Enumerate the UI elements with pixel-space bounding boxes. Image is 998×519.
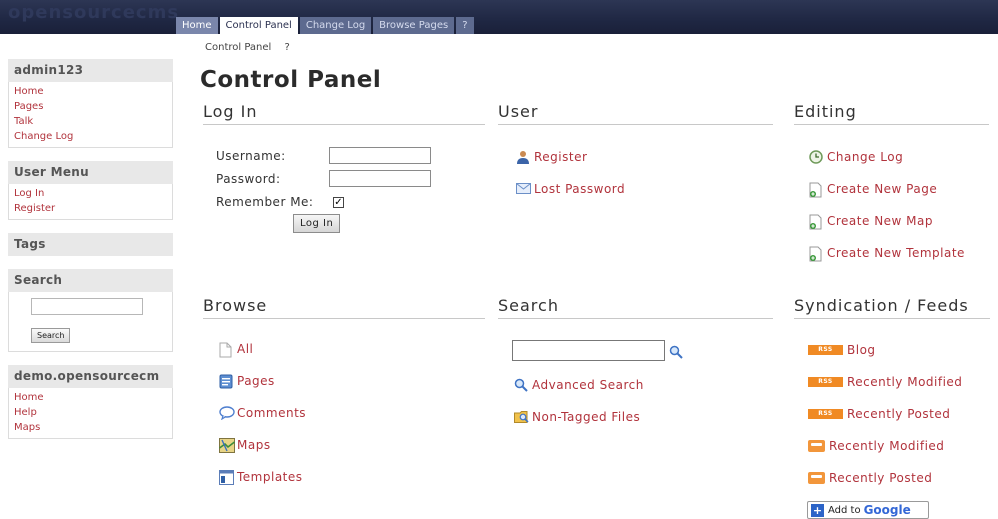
google-logo: Google xyxy=(863,503,911,517)
clock-icon xyxy=(809,150,823,164)
new-page-icon xyxy=(809,182,823,198)
register-link[interactable]: Register xyxy=(516,150,587,164)
envelope-icon xyxy=(516,182,531,196)
breadcrumb-help[interactable]: ? xyxy=(285,42,290,53)
breadcrumb-current[interactable]: Control Panel xyxy=(205,42,271,53)
feed-icon xyxy=(808,440,825,452)
magnifier-icon xyxy=(514,378,528,392)
remember-me-checkbox[interactable]: ✓ xyxy=(333,197,344,208)
username-field[interactable] xyxy=(329,147,431,164)
create-new-page-link[interactable]: Create New Page xyxy=(809,182,937,198)
create-new-map-link[interactable]: Create New Map xyxy=(809,214,933,230)
sidebar: admin123 Home Pages Talk Change Log User… xyxy=(8,59,173,452)
browse-all-link[interactable]: All xyxy=(219,342,253,358)
add-to-google-button[interactable]: + Add to Google xyxy=(807,501,929,519)
page-title: Control Panel xyxy=(200,67,382,93)
tags-title: Tags xyxy=(8,233,173,256)
non-tagged-files-link[interactable]: Non-Tagged Files xyxy=(514,410,640,424)
tab-control-panel[interactable]: Control Panel xyxy=(219,17,298,34)
atom-recently-modified-link[interactable]: Recently Modified xyxy=(808,439,944,453)
breadcrumb: Control Panel ? xyxy=(205,42,300,53)
user-box: admin123 Home Pages Talk Change Log xyxy=(8,59,173,148)
rss-badge-icon: RSS xyxy=(808,345,843,355)
new-page-icon xyxy=(809,214,823,230)
sidebar-item-site-home[interactable]: Home xyxy=(14,390,172,405)
remember-me-label: Remember Me: xyxy=(216,195,314,209)
search-heading: Search xyxy=(498,296,773,319)
sidebar-item-pages[interactable]: Pages xyxy=(14,99,172,114)
page-icon xyxy=(219,374,233,389)
search-icon[interactable] xyxy=(669,344,683,363)
sidebar-search-input[interactable] xyxy=(31,298,143,315)
template-icon xyxy=(219,470,234,485)
password-label: Password: xyxy=(216,172,281,186)
search-input[interactable] xyxy=(512,340,665,361)
browse-pages-link[interactable]: Pages xyxy=(219,374,275,389)
user-heading: User xyxy=(498,102,773,125)
sidebar-item-maps[interactable]: Maps xyxy=(14,420,172,435)
feed-recently-modified-link[interactable]: RSS Recently Modified xyxy=(808,375,962,389)
sidebar-item-change-log[interactable]: Change Log xyxy=(14,129,172,144)
atom-recently-posted-link[interactable]: Recently Posted xyxy=(808,471,932,485)
site-logo: opensourcecms xyxy=(8,2,180,23)
top-navigation-bar: opensourcecms Home Control Panel Change … xyxy=(0,0,998,34)
tab-change-log[interactable]: Change Log xyxy=(299,17,372,34)
change-log-link[interactable]: Change Log xyxy=(809,150,903,164)
sidebar-item-talk[interactable]: Talk xyxy=(14,114,172,129)
login-button[interactable]: Log In xyxy=(293,214,341,233)
rss-badge-icon: RSS xyxy=(808,377,843,387)
browse-maps-link[interactable]: Maps xyxy=(219,438,271,453)
comment-icon xyxy=(219,406,235,420)
syndication-heading: Syndication / Feeds xyxy=(794,296,990,319)
map-icon xyxy=(219,438,235,453)
tab-help[interactable]: ? xyxy=(456,17,474,34)
rss-badge-icon: RSS xyxy=(808,409,843,419)
browse-comments-link[interactable]: Comments xyxy=(219,406,306,420)
sidebar-item-home[interactable]: Home xyxy=(14,84,172,99)
sidebar-search-button[interactable]: Search xyxy=(31,328,71,343)
editing-heading: Editing xyxy=(794,102,989,125)
create-new-template-link[interactable]: Create New Template xyxy=(809,246,965,262)
sidebar-item-log-in[interactable]: Log In xyxy=(14,186,172,201)
user-menu-title: User Menu xyxy=(8,161,173,184)
site-box: demo.opensourcecm Home Help Maps xyxy=(8,365,173,439)
browse-heading: Browse xyxy=(203,296,485,319)
top-tabs: Home Control Panel Change Log Browse Pag… xyxy=(176,17,476,34)
tab-browse-pages[interactable]: Browse Pages xyxy=(373,17,455,34)
tags-box: Tags xyxy=(8,233,173,256)
browse-templates-link[interactable]: Templates xyxy=(219,470,303,485)
feed-icon xyxy=(808,472,825,484)
new-page-icon xyxy=(809,246,823,262)
add-to-label: Add to xyxy=(828,504,861,516)
sidebar-item-register[interactable]: Register xyxy=(14,201,172,216)
blank-page-icon xyxy=(219,342,233,358)
username-label: Username: xyxy=(216,149,286,163)
user-box-title: admin123 xyxy=(8,59,173,82)
advanced-search-link[interactable]: Advanced Search xyxy=(514,378,644,392)
feed-recently-posted-link[interactable]: RSS Recently Posted xyxy=(808,407,950,421)
plus-icon: + xyxy=(811,503,824,517)
password-field[interactable] xyxy=(329,170,431,187)
sidebar-search-title: Search xyxy=(8,269,173,292)
login-heading: Log In xyxy=(203,102,485,125)
tab-home[interactable]: Home xyxy=(176,17,218,34)
sidebar-item-help[interactable]: Help xyxy=(14,405,172,420)
feed-blog-link[interactable]: RSS Blog xyxy=(808,343,876,357)
folder-search-icon xyxy=(514,410,529,424)
user-icon xyxy=(516,150,530,164)
site-box-title: demo.opensourcecm xyxy=(8,365,173,388)
sidebar-search-box: Search Search xyxy=(8,269,173,352)
user-menu-box: User Menu Log In Register xyxy=(8,161,173,220)
lost-password-link[interactable]: Lost Password xyxy=(516,182,625,196)
